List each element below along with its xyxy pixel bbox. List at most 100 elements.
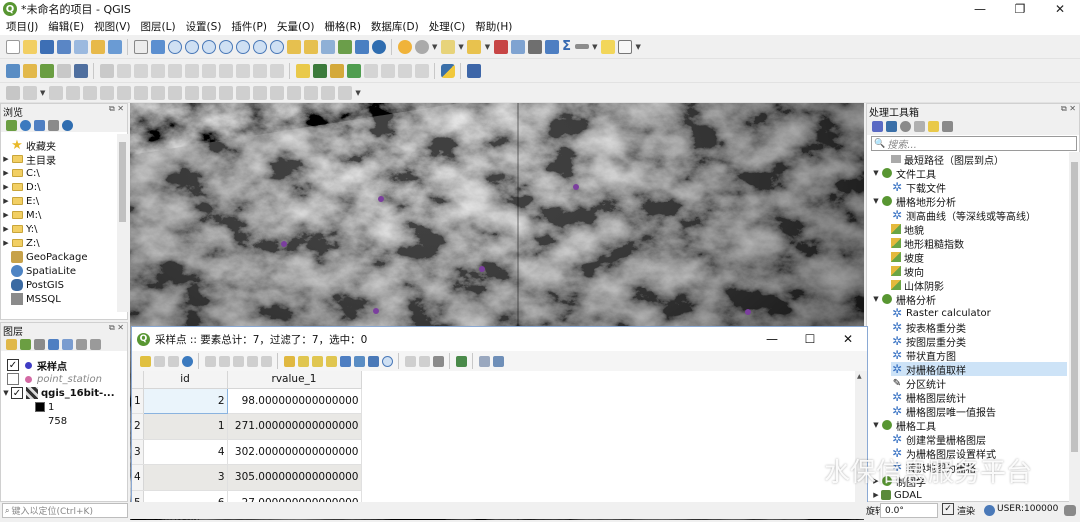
simplify-feature-icon[interactable]	[82, 85, 97, 100]
zoom-rubber-band-icon[interactable]	[201, 39, 216, 54]
browser-item-z[interactable]: ▶ Z:\	[1, 236, 39, 250]
browser-item-geopackage[interactable]: GeoPackage	[1, 250, 87, 264]
messages-icon[interactable]	[1064, 505, 1076, 516]
sample-point[interactable]	[745, 309, 751, 315]
add-layer-icon[interactable]	[5, 119, 17, 131]
sample-point[interactable]	[378, 196, 384, 202]
menu-raster[interactable]: 栅格(R)	[324, 19, 361, 34]
multi-edit-icon[interactable]	[153, 355, 165, 367]
rotate-point-symbols-icon[interactable]	[320, 85, 335, 100]
column-header-rvalue[interactable]: rvalue_1	[227, 371, 362, 389]
delete-selected-icon[interactable]	[184, 63, 199, 78]
refresh-icon[interactable]	[19, 119, 31, 131]
invert-selection-icon[interactable]	[311, 355, 323, 367]
toolbox-item[interactable]: ✲ Raster calculator	[891, 306, 991, 320]
toolbox-item[interactable]: 地形粗糙指数	[891, 236, 964, 251]
globe-icon[interactable]	[984, 505, 995, 516]
reshape-icon[interactable]	[184, 85, 199, 100]
maximize-button[interactable]: ☐	[791, 327, 829, 351]
toolbox-item[interactable]: ✲ 按图层重分类	[891, 334, 966, 349]
rotation-input[interactable]: 0.0°	[880, 503, 938, 518]
panel-float-close-icon[interactable]: ⧉ ✕	[1061, 104, 1076, 114]
collapse-all-icon[interactable]	[47, 119, 59, 131]
field-calculator-icon[interactable]	[432, 355, 444, 367]
layer-item-point-station[interactable]: point_station	[7, 372, 102, 386]
menu-edit[interactable]: 编辑(E)	[48, 19, 84, 34]
pan-icon[interactable]	[133, 39, 148, 54]
browser-item-d[interactable]: ▶ D:\	[1, 180, 40, 194]
close-button[interactable]: ✕	[1040, 0, 1080, 18]
toolbox-item[interactable]: 最短路径（图层到点）	[891, 152, 1004, 167]
toolbox-search-input[interactable]: 🔍 搜索...	[871, 136, 1077, 151]
add-group-icon[interactable]	[19, 338, 31, 350]
actions-icon[interactable]	[492, 355, 504, 367]
trim-extend-icon[interactable]	[235, 85, 250, 100]
minimize-button[interactable]: —	[753, 327, 791, 351]
toolbox-scrollbar[interactable]	[1069, 152, 1080, 502]
select-by-expression-icon[interactable]	[283, 355, 295, 367]
attribute-table-icon[interactable]	[510, 39, 525, 54]
info-icon[interactable]	[61, 119, 73, 131]
toolbox-item[interactable]: ✲ 按表格重分类	[891, 320, 966, 335]
manage-visibility-icon[interactable]	[33, 338, 45, 350]
zoom-out-icon[interactable]	[184, 39, 199, 54]
browser-item-mssql[interactable]: MSSQL	[1, 292, 61, 306]
add-feature-icon[interactable]	[150, 63, 165, 78]
save-as-icon[interactable]	[56, 39, 71, 54]
table-row[interactable]: 2 1 271.000000000000000	[132, 413, 362, 440]
restore-button[interactable]: ❐	[1000, 0, 1040, 18]
vertex-tool-icon[interactable]	[167, 63, 182, 78]
add-part-icon[interactable]	[116, 85, 131, 100]
history-icon[interactable]	[899, 121, 911, 132]
new-geopackage-icon[interactable]	[22, 63, 37, 78]
split-features-icon[interactable]	[252, 85, 267, 100]
label-pin-icon[interactable]	[312, 63, 327, 78]
toolbox-item[interactable]: 坡度	[891, 250, 924, 265]
close-button[interactable]: ✕	[829, 327, 867, 351]
browser-item-home[interactable]: ▶ 主目录	[1, 152, 56, 167]
zoom-selection-icon[interactable]	[235, 39, 250, 54]
new-project-icon[interactable]	[5, 39, 20, 54]
label-properties-icon[interactable]	[414, 63, 429, 78]
crs-label[interactable]: USER:100000	[997, 504, 1058, 514]
add-csv-icon[interactable]	[56, 63, 71, 78]
processing-toolbox-icon[interactable]	[544, 39, 559, 54]
move-selection-to-top-icon[interactable]	[353, 355, 365, 367]
zoom-next-icon[interactable]	[303, 39, 318, 54]
label-show-hide-icon[interactable]	[346, 63, 361, 78]
checkbox-checked-icon[interactable]: ✓	[11, 387, 23, 399]
style-manager-icon[interactable]	[107, 39, 122, 54]
browser-item-e[interactable]: ▶ E:\	[1, 194, 39, 208]
toolbox-group-raster-terrain[interactable]: ▼ 栅格地形分析	[871, 194, 956, 209]
zoom-layer-icon[interactable]	[252, 39, 267, 54]
toolbox-item[interactable]: ✲ 带状直方图	[891, 348, 956, 363]
label-change-icon[interactable]	[397, 63, 412, 78]
render-checkbox[interactable]: ✓	[942, 503, 954, 515]
save-edits-icon[interactable]	[167, 355, 179, 367]
reverse-line-icon[interactable]	[218, 85, 233, 100]
toolbox-group-raster-analysis[interactable]: ▼ 栅格分析	[871, 292, 936, 307]
toolbox-item[interactable]: ✲ 创建常量栅格图层	[891, 432, 986, 447]
new-map-view-icon[interactable]	[320, 39, 335, 54]
offset-point-symbols-icon[interactable]	[337, 85, 352, 100]
measure-icon[interactable]	[574, 44, 589, 49]
minimize-button[interactable]: —	[960, 0, 1000, 18]
toolbox-item-selected[interactable]: ✲ 对栅格值取样	[891, 362, 1067, 377]
scripts-icon[interactable]	[885, 121, 897, 132]
cut-icon[interactable]	[232, 355, 244, 367]
panel-float-close-icon[interactable]: ⧉ ✕	[109, 104, 124, 114]
undo-icon[interactable]	[252, 63, 267, 78]
toolbox-group-raster-tools[interactable]: ▼ 栅格工具	[871, 418, 936, 433]
select-by-value-icon[interactable]	[467, 39, 482, 54]
deselect-all-icon[interactable]	[325, 355, 337, 367]
refresh-icon[interactable]	[371, 39, 386, 54]
checkbox-checked-icon[interactable]: ✓	[7, 359, 19, 371]
conditional-formatting-icon[interactable]	[455, 355, 467, 367]
fill-ring-icon[interactable]	[133, 85, 148, 100]
attribute-table-scrollbar[interactable]: ▲	[855, 371, 867, 511]
move-feature-icon[interactable]	[48, 85, 63, 100]
redo-icon[interactable]	[269, 63, 284, 78]
toolbox-item[interactable]: ✲ 栅格图层唯一值报告	[891, 404, 996, 419]
python-icon[interactable]	[440, 63, 455, 78]
new-field-icon[interactable]	[404, 355, 416, 367]
